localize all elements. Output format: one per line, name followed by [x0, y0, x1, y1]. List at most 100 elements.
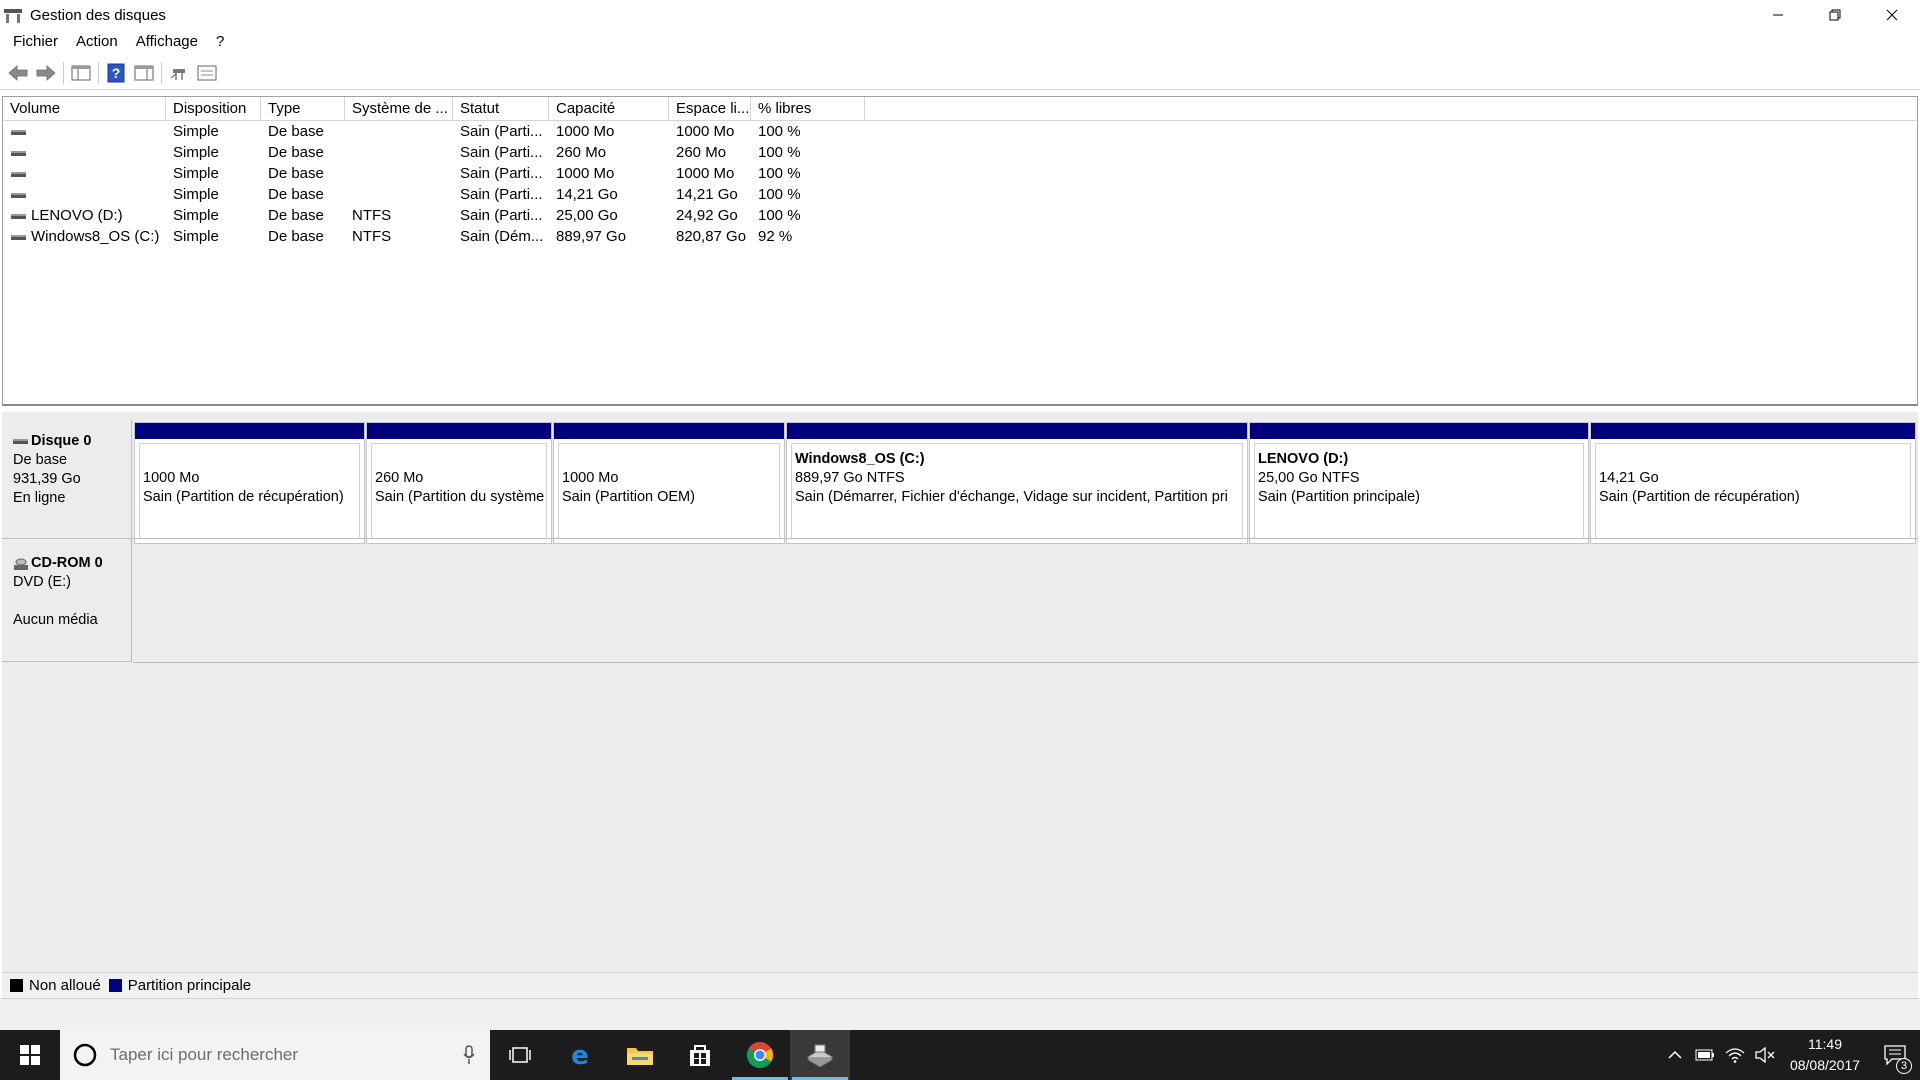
edge-icon: e	[571, 1042, 589, 1068]
column-header-free-space[interactable]: Espace li...	[669, 97, 751, 121]
percent-free-cell: 100 %	[758, 144, 801, 161]
volume-row[interactable]: LENOVO (D:) Simple De base NTFS Sain (Pa…	[3, 205, 1917, 226]
free-space-cell: 820,87 Go	[676, 228, 747, 245]
console-tree-button[interactable]	[67, 59, 95, 87]
volume-button[interactable]	[1750, 1030, 1780, 1080]
cdrom-0-label[interactable]: CD-ROM 0 DVD (E:) Aucun média	[2, 542, 132, 662]
primary-partition-bar	[1250, 423, 1588, 439]
partition-recovery-1[interactable]: 1000 Mo Sain (Partition de récupération)	[134, 422, 365, 544]
file-explorer-taskbar-button[interactable]	[610, 1030, 670, 1080]
volume-row[interactable]: Simple De base Sain (Parti... 1000 Mo 10…	[3, 121, 1917, 142]
microphone-icon	[463, 1045, 475, 1064]
properties-panel-icon	[134, 65, 154, 80]
volume-cell	[3, 163, 166, 184]
legend-primary-partition: Partition principale	[127, 977, 252, 994]
menu-affichage[interactable]: Affichage	[127, 30, 207, 54]
network-button[interactable]	[1720, 1030, 1750, 1080]
disposition-cell: Simple	[173, 123, 219, 140]
battery-button[interactable]	[1690, 1030, 1720, 1080]
disk-0-label[interactable]: Disque 0 De base 931,39 Go En ligne	[2, 420, 132, 544]
volume-disk-icon	[11, 171, 26, 177]
minimize-button[interactable]	[1749, 0, 1806, 30]
column-header-type[interactable]: Type	[261, 97, 345, 121]
svg-text:?: ?	[112, 65, 121, 81]
disk-icon	[13, 438, 28, 444]
back-button[interactable]	[4, 59, 32, 87]
close-button[interactable]	[1863, 0, 1920, 30]
menu-help[interactable]: ?	[207, 30, 233, 54]
capacity-cell: 889,97 Go	[556, 228, 627, 245]
column-header-disposition[interactable]: Disposition	[166, 97, 261, 121]
back-arrow-icon	[8, 64, 28, 81]
partition-details: 260 Mo Sain (Partition du système	[371, 443, 547, 539]
partition-status: Sain (Partition de récupération)	[143, 489, 344, 505]
battery-icon	[1695, 1049, 1714, 1061]
disk-management-taskbar-button[interactable]	[790, 1030, 850, 1080]
disk-management-app-icon	[4, 7, 22, 23]
help-button[interactable]: ?	[102, 59, 130, 87]
type-cell: De base	[268, 144, 324, 161]
primary-partition-swatch	[108, 979, 122, 992]
partition-recovery-2[interactable]: 14,21 Go Sain (Partition de récupération…	[1590, 422, 1916, 544]
partition-status: Sain (Démarrer, Fichier d'échange, Vidag…	[795, 489, 1228, 505]
type-cell: De base	[268, 228, 324, 245]
volume-cell: LENOVO (D:)	[3, 205, 166, 226]
file-explorer-icon	[627, 1048, 653, 1065]
task-view-button[interactable]	[490, 1030, 550, 1080]
primary-partition-bar	[554, 423, 784, 439]
free-space-cell: 1000 Mo	[676, 165, 735, 182]
filesystem-cell	[345, 163, 453, 184]
free-space-cell: 260 Mo	[676, 144, 727, 161]
speaker-muted-icon	[1755, 1047, 1775, 1063]
type-cell: De base	[268, 123, 324, 140]
status-cell: Sain (Parti...	[460, 165, 543, 182]
column-header-percent-free[interactable]: % libres	[751, 97, 865, 121]
type-cell: De base	[268, 165, 324, 182]
volume-row[interactable]: Simple De base Sain (Parti... 14,21 Go 1…	[3, 184, 1917, 205]
partition-name	[143, 450, 359, 469]
status-cell: Sain (Parti...	[460, 207, 543, 224]
start-button[interactable]	[0, 1030, 60, 1080]
partition-name	[375, 450, 546, 469]
notification-count-badge: 3	[1896, 1058, 1912, 1074]
store-taskbar-button[interactable]	[670, 1030, 730, 1080]
partition-lenovo-d[interactable]: LENOVO (D:) 25,00 Go NTFS Sain (Partitio…	[1249, 422, 1589, 544]
volume-row[interactable]: Windows8_OS (C:) Simple De base NTFS Sai…	[3, 226, 1917, 247]
action-center-button[interactable]: 3	[1870, 1030, 1920, 1080]
chrome-taskbar-button[interactable]	[730, 1030, 790, 1080]
search-box[interactable]: Taper ici pour rechercher	[60, 1030, 490, 1080]
chevron-up-icon	[1668, 1050, 1682, 1059]
percent-free-cell: 100 %	[758, 207, 801, 224]
volume-cell: Windows8_OS (C:)	[3, 226, 166, 247]
free-space-cell: 14,21 Go	[676, 186, 738, 203]
rescan-button[interactable]	[165, 59, 193, 87]
column-header-volume[interactable]: Volume	[3, 97, 166, 121]
partition-windows-c[interactable]: Windows8_OS (C:) 889,97 Go NTFS Sain (Dé…	[786, 422, 1248, 544]
menu-action[interactable]: Action	[67, 30, 127, 54]
disk-graphical-view: Disque 0 De base 931,39 Go En ligne 1000…	[2, 412, 1918, 972]
forward-arrow-icon	[36, 64, 56, 81]
status-cell: Sain (Parti...	[460, 186, 543, 203]
volume-row[interactable]: Simple De base Sain (Parti... 260 Mo 260…	[3, 142, 1917, 163]
restore-button[interactable]	[1806, 0, 1863, 30]
partition-size: 1000 Mo	[143, 470, 200, 486]
menu-fichier[interactable]: Fichier	[4, 30, 67, 54]
partition-system[interactable]: 260 Mo Sain (Partition du système	[366, 422, 552, 544]
detail-view-button[interactable]	[193, 59, 221, 87]
show-hidden-icons-button[interactable]	[1660, 1030, 1690, 1080]
edge-taskbar-button[interactable]: e	[550, 1030, 610, 1080]
forward-button[interactable]	[32, 59, 60, 87]
clock[interactable]: 11:49 08/08/2017	[1780, 1034, 1870, 1076]
type-cell: De base	[268, 207, 324, 224]
properties-panel-button[interactable]	[130, 59, 158, 87]
partition-details: 1000 Mo Sain (Partition de récupération)	[139, 443, 360, 539]
column-header-status[interactable]: Statut	[453, 97, 549, 121]
free-space-cell: 1000 Mo	[676, 123, 735, 140]
primary-partition-bar	[367, 423, 551, 439]
disk-separator	[2, 538, 1918, 539]
column-header-filesystem[interactable]: Système de ...	[345, 97, 453, 121]
column-header-capacity[interactable]: Capacité	[549, 97, 669, 121]
volume-disk-icon	[11, 192, 26, 198]
partition-oem[interactable]: 1000 Mo Sain (Partition OEM)	[553, 422, 785, 544]
volume-row[interactable]: Simple De base Sain (Parti... 1000 Mo 10…	[3, 163, 1917, 184]
